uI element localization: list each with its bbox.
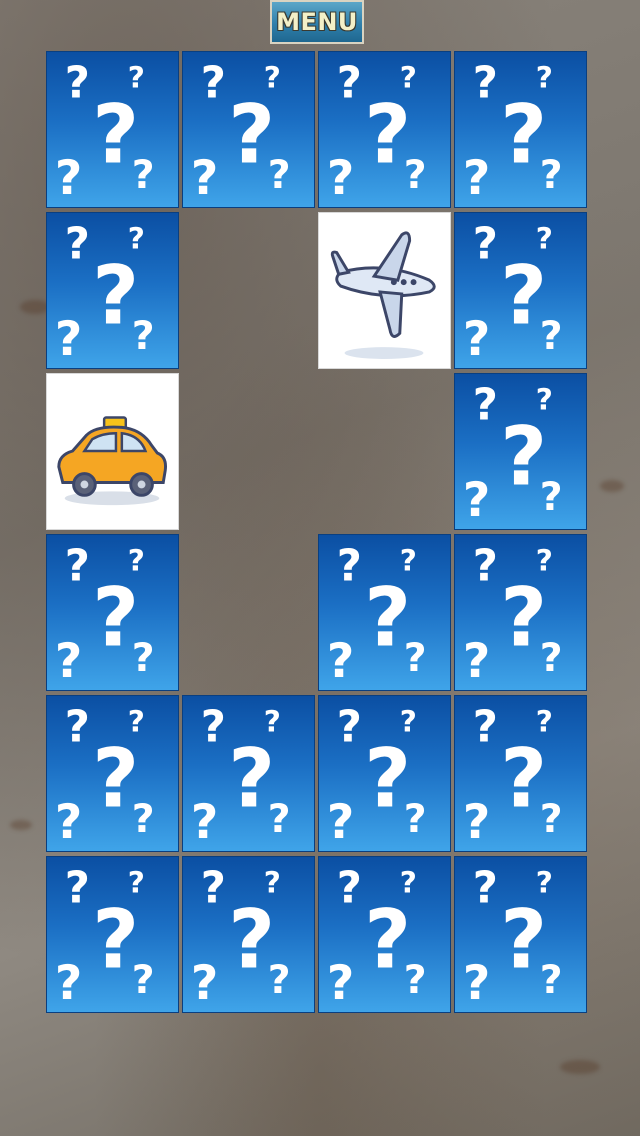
question-marks-icon [190,702,291,851]
airplane-icon [330,231,436,361]
background-stain [600,480,624,492]
memory-card[interactable] [182,51,315,208]
question-marks-icon [54,58,155,207]
memory-card[interactable] [46,212,179,369]
memory-card[interactable] [46,856,179,1013]
card-board [46,51,591,1017]
memory-card[interactable] [46,695,179,852]
question-marks-icon [326,863,427,1012]
background-stain [10,820,32,830]
question-marks-icon [462,58,563,207]
question-marks-icon [326,541,427,690]
taxi-icon [57,416,168,507]
memory-card[interactable] [46,51,179,208]
memory-card[interactable] [182,695,315,852]
memory-card[interactable] [46,373,179,530]
question-marks-icon [326,58,427,207]
menu-label: MENU [276,8,358,36]
question-marks-icon [54,863,155,1012]
memory-card[interactable] [454,856,587,1013]
memory-card[interactable] [454,373,587,530]
question-marks-icon [54,702,155,851]
memory-card[interactable] [454,212,587,369]
question-marks-icon [462,219,563,368]
memory-card[interactable] [454,695,587,852]
memory-card[interactable] [454,51,587,208]
question-marks-icon [54,219,155,368]
question-marks-icon [190,863,291,1012]
question-marks-icon [190,58,291,207]
question-marks-icon [326,702,427,851]
question-marks-icon [462,702,563,851]
memory-card[interactable] [454,534,587,691]
question-marks-icon [462,380,563,529]
question-marks-icon [54,541,155,690]
background-stain [560,1060,600,1074]
memory-card[interactable] [318,856,451,1013]
question-marks-icon [462,863,563,1012]
memory-card[interactable] [318,695,451,852]
menu-button[interactable]: MENU [270,0,364,44]
memory-card[interactable] [46,534,179,691]
memory-card[interactable] [318,534,451,691]
memory-card[interactable] [318,212,451,369]
question-marks-icon [462,541,563,690]
memory-card[interactable] [182,856,315,1013]
memory-card[interactable] [318,51,451,208]
